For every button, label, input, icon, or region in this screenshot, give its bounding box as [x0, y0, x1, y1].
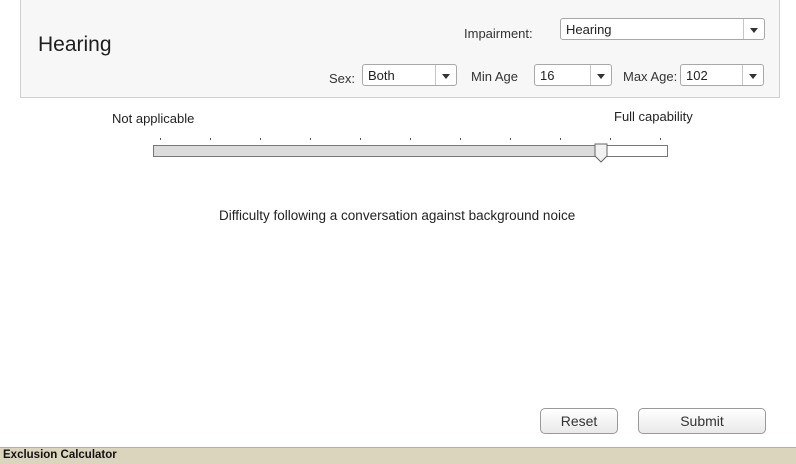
scale-tick	[260, 138, 261, 140]
scale-tick	[610, 138, 611, 140]
max-age-select[interactable]: 102	[680, 64, 764, 86]
max-age-label: Max Age:	[623, 69, 678, 84]
scale-tick	[660, 138, 661, 140]
sex-value: Both	[368, 68, 395, 83]
max-age-value: 102	[686, 68, 708, 83]
min-age-value: 16	[540, 68, 555, 83]
chevron-down-icon[interactable]	[743, 19, 764, 39]
min-age-select[interactable]: 16	[534, 64, 612, 86]
chevron-down-icon[interactable]	[590, 65, 611, 85]
impairment-description: Difficulty following a conversation agai…	[219, 208, 576, 223]
scale-tick	[360, 138, 361, 140]
scale-tick	[160, 138, 161, 140]
scale-tick	[210, 138, 211, 140]
sex-select[interactable]: Both	[362, 64, 457, 86]
page-title: Hearing	[38, 33, 112, 56]
scale-tick	[460, 138, 461, 140]
capability-slider-track[interactable]	[153, 145, 668, 157]
scale-tick	[560, 138, 561, 140]
impairment-label: Impairment:	[464, 26, 533, 41]
sex-label: Sex:	[329, 71, 356, 86]
capability-slider-thumb[interactable]	[594, 143, 608, 163]
main-panel: Hearing Impairment: Hearing Sex: Both Mi…	[0, 0, 796, 447]
submit-button[interactable]: Submit	[638, 408, 766, 434]
scale-tick	[310, 138, 311, 140]
capability-slider-fill	[154, 146, 602, 156]
chevron-down-icon[interactable]	[435, 65, 456, 85]
scale-min-label: Not applicable	[112, 111, 195, 126]
scale-tick	[410, 138, 411, 140]
scale-max-label: Full capability	[614, 109, 693, 124]
chevron-down-icon[interactable]	[742, 65, 763, 85]
reset-button[interactable]: Reset	[540, 408, 618, 434]
impairment-value: Hearing	[566, 22, 612, 37]
impairment-select[interactable]: Hearing	[560, 18, 765, 40]
scale-tick	[510, 138, 511, 140]
min-age-label: Min Age	[471, 69, 518, 84]
status-bar: Exclusion Calculator	[0, 447, 796, 464]
